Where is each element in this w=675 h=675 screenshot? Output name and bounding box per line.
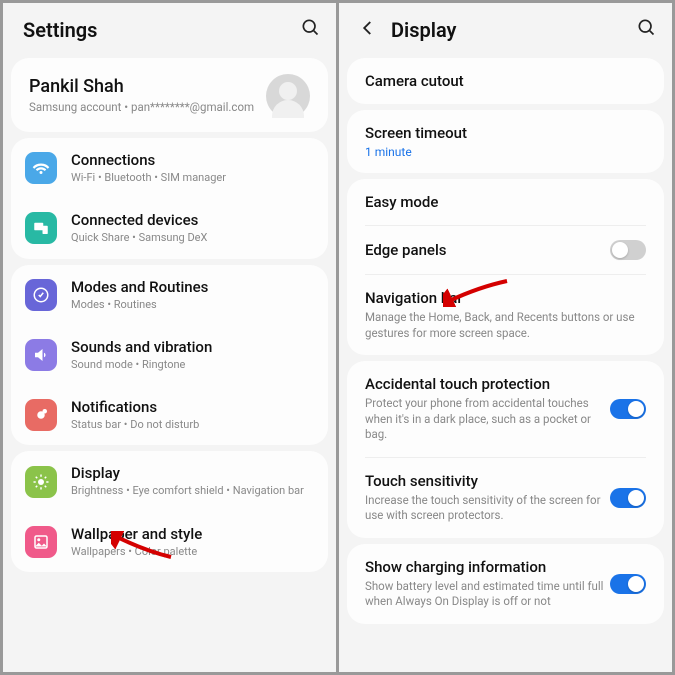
settings-pane: Settings Pankil Shah Samsung account • p…: [3, 3, 336, 672]
account-sub: Samsung account • pan********@gmail.com: [29, 100, 266, 116]
group-connections: Connections Wi-Fi • Bluetooth • SIM mana…: [11, 138, 328, 259]
row-camera-cutout[interactable]: Camera cutout: [347, 58, 664, 104]
item-label: Display: [71, 464, 310, 482]
wallpaper-icon: [25, 526, 57, 558]
toggle-touch-sensitivity[interactable]: [610, 488, 646, 508]
page-title: Settings: [23, 18, 300, 42]
settings-header: Settings: [3, 3, 336, 52]
row-label: Accidental touch protection: [365, 375, 610, 393]
row-value: 1 minute: [365, 145, 646, 159]
item-sub: Status bar • Do not disturb: [71, 418, 310, 432]
notifications-icon: [25, 399, 57, 431]
group-screen-timeout: Screen timeout 1 minute: [347, 110, 664, 173]
display-header: Display: [339, 3, 672, 52]
toggle-charging-info[interactable]: [610, 574, 646, 594]
row-label: Navigation bar: [365, 289, 646, 307]
item-label: Connected devices: [71, 211, 310, 229]
row-edge-panels[interactable]: Edge panels: [347, 226, 664, 274]
row-label: Show charging information: [365, 558, 610, 576]
item-connections[interactable]: Connections Wi-Fi • Bluetooth • SIM mana…: [11, 138, 328, 198]
item-sub: Wallpapers • Color palette: [71, 545, 310, 559]
row-label: Easy mode: [365, 193, 646, 211]
avatar: [266, 74, 310, 118]
devices-icon: [25, 212, 57, 244]
item-sub: Sound mode • Ringtone: [71, 358, 310, 372]
item-sub: Modes • Routines: [71, 298, 310, 312]
page-title: Display: [391, 18, 636, 42]
display-icon: [25, 466, 57, 498]
item-modes-routines[interactable]: Modes and Routines Modes • Routines: [11, 265, 328, 325]
account-name: Pankil Shah: [29, 76, 266, 97]
item-sub: Wi-Fi • Bluetooth • SIM manager: [71, 171, 310, 185]
wifi-icon: [25, 152, 57, 184]
row-accidental-touch[interactable]: Accidental touch protection Protect your…: [347, 361, 664, 457]
row-touch-sensitivity[interactable]: Touch sensitivity Increase the touch sen…: [347, 458, 664, 538]
group-camera-cutout: Camera cutout: [347, 58, 664, 104]
item-wallpaper[interactable]: Wallpaper and style Wallpapers • Color p…: [11, 512, 328, 572]
search-icon[interactable]: [300, 17, 320, 42]
row-label: Touch sensitivity: [365, 472, 610, 490]
toggle-accidental-touch[interactable]: [610, 399, 646, 419]
row-label: Camera cutout: [365, 72, 646, 90]
item-label: Modes and Routines: [71, 278, 310, 296]
item-label: Notifications: [71, 398, 310, 416]
row-screen-timeout[interactable]: Screen timeout 1 minute: [347, 110, 664, 173]
group-panels: Easy mode Edge panels Navigation bar Man…: [347, 179, 664, 355]
group-modes: Modes and Routines Modes • Routines Soun…: [11, 265, 328, 446]
item-label: Sounds and vibration: [71, 338, 310, 356]
item-sub: Brightness • Eye comfort shield • Naviga…: [71, 484, 310, 498]
row-charging-info[interactable]: Show charging information Show battery l…: [347, 544, 664, 624]
account-card[interactable]: Pankil Shah Samsung account • pan*******…: [11, 58, 328, 132]
item-notifications[interactable]: Notifications Status bar • Do not distur…: [11, 385, 328, 445]
back-icon[interactable]: [359, 18, 377, 42]
group-display: Display Brightness • Eye comfort shield …: [11, 451, 328, 572]
item-connected-devices[interactable]: Connected devices Quick Share • Samsung …: [11, 198, 328, 258]
modes-icon: [25, 279, 57, 311]
item-display[interactable]: Display Brightness • Eye comfort shield …: [11, 451, 328, 511]
item-sounds[interactable]: Sounds and vibration Sound mode • Ringto…: [11, 325, 328, 385]
group-charging: Show charging information Show battery l…: [347, 544, 664, 624]
row-label: Edge panels: [365, 241, 610, 259]
display-pane: Display Camera cutout Screen timeout 1 m…: [339, 3, 672, 672]
row-sub: Increase the touch sensitivity of the sc…: [365, 493, 610, 524]
search-icon[interactable]: [636, 17, 656, 42]
item-label: Wallpaper and style: [71, 525, 310, 543]
item-sub: Quick Share • Samsung DeX: [71, 231, 310, 245]
group-touch: Accidental touch protection Protect your…: [347, 361, 664, 538]
row-navigation-bar[interactable]: Navigation bar Manage the Home, Back, an…: [347, 275, 664, 355]
row-sub: Protect your phone from accidental touch…: [365, 396, 610, 443]
toggle-edge-panels[interactable]: [610, 240, 646, 260]
sound-icon: [25, 339, 57, 371]
row-sub: Manage the Home, Back, and Recents butto…: [365, 310, 646, 341]
item-label: Connections: [71, 151, 310, 169]
row-label: Screen timeout: [365, 124, 646, 142]
row-easy-mode[interactable]: Easy mode: [347, 179, 664, 225]
row-sub: Show battery level and estimated time un…: [365, 579, 610, 610]
